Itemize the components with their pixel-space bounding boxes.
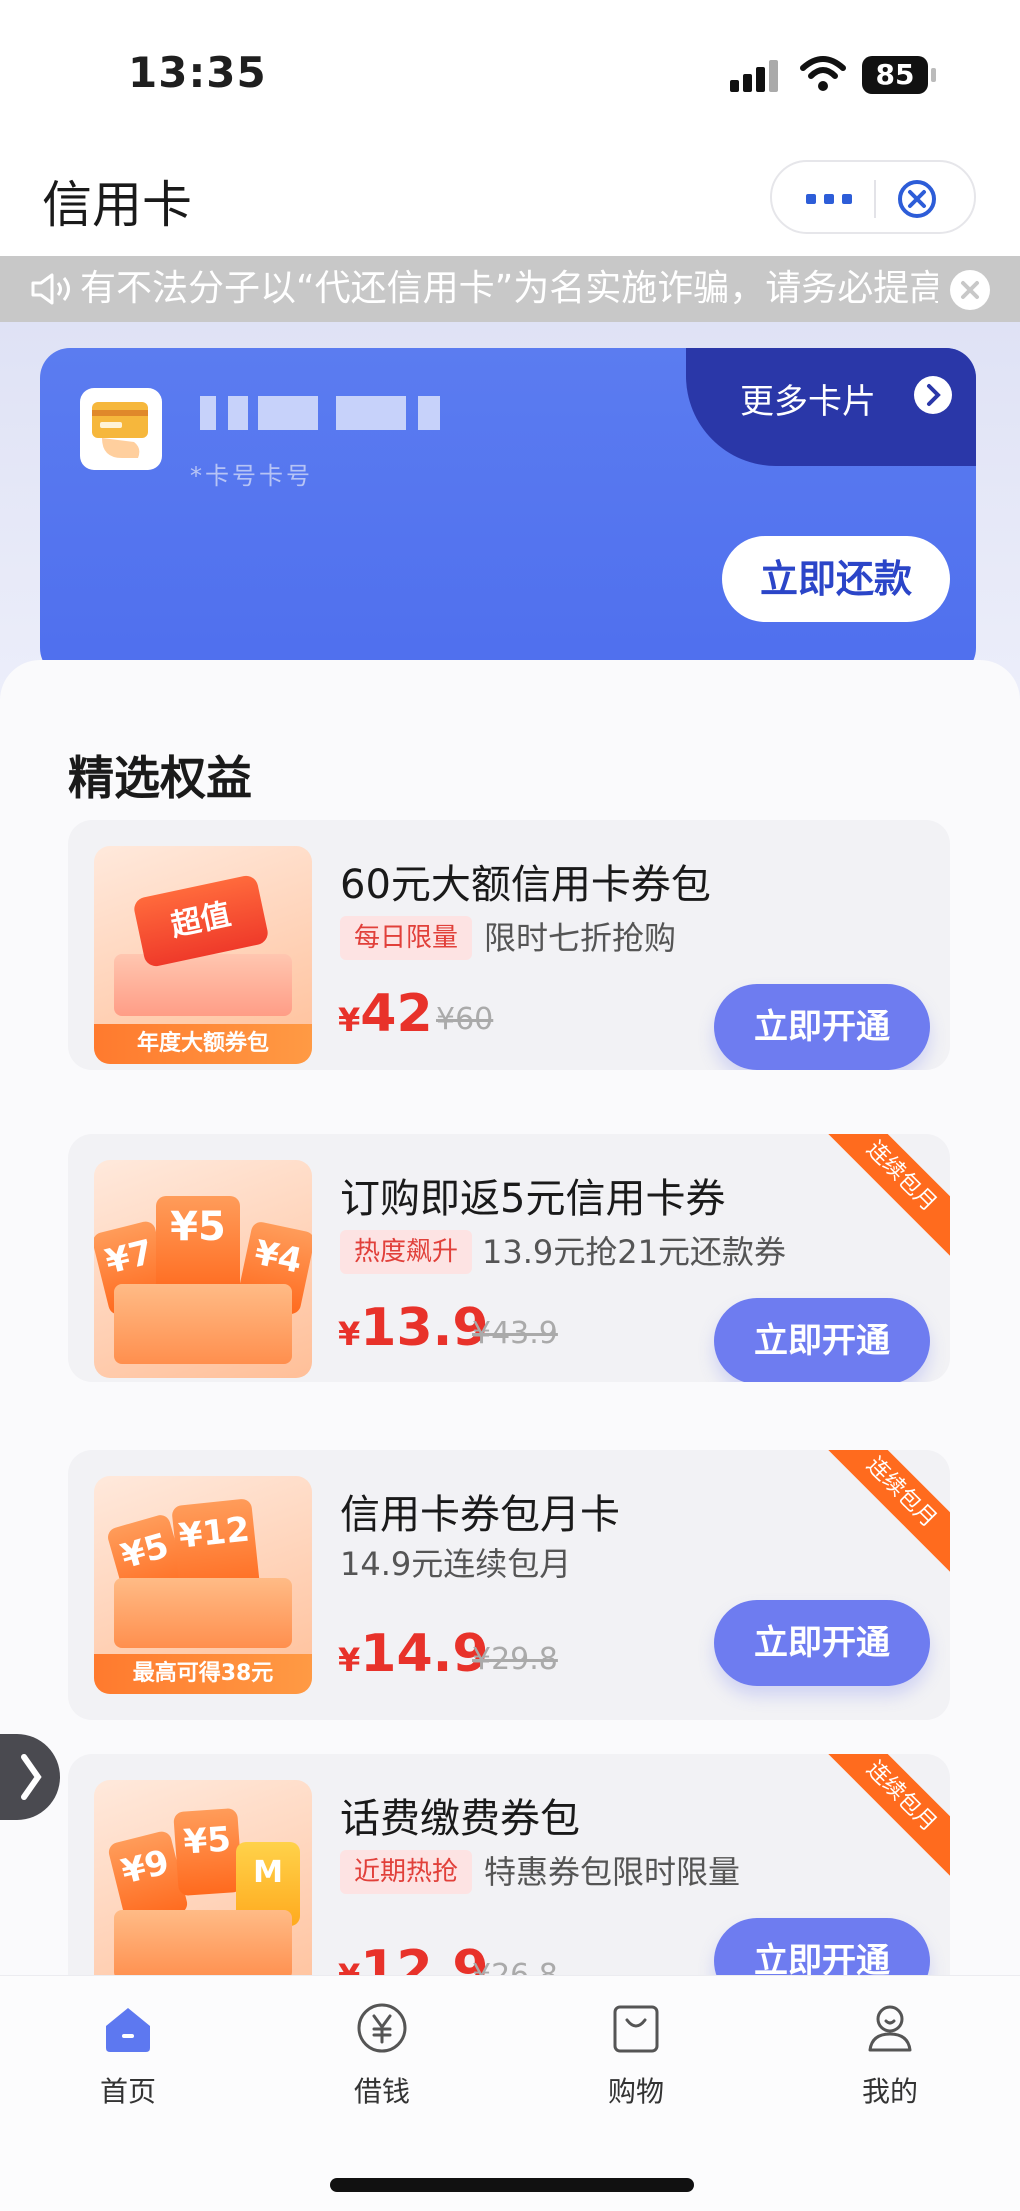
- chevron-right-icon: [21, 1754, 42, 1800]
- subscription-ribbon: 连续包月: [818, 1754, 950, 1880]
- benefit-card[interactable]: 超值 年度大额券包 60元大额信用卡券包 每日限量 限时七折抢购 ¥42 ¥60…: [68, 820, 950, 1070]
- benefit-price: ¥13.9: [338, 1298, 489, 1358]
- benefit-description: 13.9元抢21元还款券: [482, 1233, 786, 1271]
- coupon-pack-image: 超值 年度大额券包: [94, 846, 312, 1064]
- tab-label: 我的: [861, 2075, 918, 2108]
- tab-home[interactable]: 首页: [48, 2000, 208, 2120]
- price-value: 42: [360, 984, 433, 1044]
- tab-me[interactable]: 我的: [810, 2000, 970, 2120]
- thumb-ticket: ¥5: [156, 1196, 240, 1296]
- more-cards-label[interactable]: 更多卡片: [740, 374, 876, 423]
- section-title: 精选权益: [68, 751, 252, 805]
- benefits-sheet: 精选权益 超值 年度大额券包 60元大额信用卡券包 每日限量 限时七折抢购 ¥4…: [0, 660, 1020, 2040]
- wifi-icon: [800, 56, 846, 91]
- benefit-price: ¥14.9: [338, 1624, 489, 1684]
- tab-label: 借钱: [353, 2075, 410, 2108]
- credit-card-banner: 更多卡片 *卡号卡号 立即还款: [40, 348, 976, 678]
- home-icon: [106, 2008, 150, 2052]
- price-value: 13.9: [360, 1298, 489, 1358]
- benefit-badge: 近期热抢: [340, 1850, 473, 1894]
- coupon-pack-image: ¥7 ¥5 ¥4: [94, 1160, 312, 1378]
- original-price: ¥29.8: [472, 1642, 558, 1677]
- activate-now-button[interactable]: 立即开通: [714, 1600, 930, 1686]
- price-currency: ¥: [338, 1315, 361, 1353]
- speaker-icon: [31, 273, 70, 305]
- mini-program-capsule: [770, 160, 976, 234]
- status-bar: 13:35 85: [0, 0, 1020, 140]
- bank-card-logo: [80, 388, 162, 470]
- thumb-caption: 最高可得38元: [94, 1654, 312, 1694]
- card-number-masked: *卡号卡号: [190, 462, 313, 490]
- activate-now-button[interactable]: 立即开通: [714, 1298, 930, 1382]
- home-indicator: [330, 2178, 694, 2192]
- benefit-title: 订购即返5元信用卡券: [340, 1176, 726, 1222]
- tab-borrow[interactable]: 借钱: [302, 2000, 462, 2120]
- fraud-notice-bar: 有不法分子以“代还信用卡”为名实施诈骗，请务必提高警: [0, 256, 1020, 322]
- yuan-coin-icon: [357, 2003, 407, 2053]
- benefit-title: 话费缴费券包: [340, 1796, 580, 1842]
- capsule-divider: [874, 180, 876, 218]
- subscription-ribbon: 连续包月: [818, 1450, 950, 1576]
- benefit-description: 限时七折抢购: [484, 919, 677, 957]
- benefit-description: 14.9元连续包月: [340, 1545, 572, 1583]
- price-currency: ¥: [338, 1001, 361, 1039]
- tab-label: 购物: [607, 2075, 664, 2108]
- benefit-card[interactable]: ¥5 ¥12 最高可得38元 信用卡券包月卡 14.9元连续包月 ¥14.9 ¥…: [68, 1450, 950, 1720]
- benefit-badge: 每日限量: [340, 916, 473, 960]
- benefit-title: 60元大额信用卡券包: [340, 862, 711, 908]
- battery-indicator: 85: [862, 56, 936, 94]
- original-price: ¥60: [436, 1002, 494, 1037]
- benefit-price: ¥42: [338, 984, 433, 1044]
- coupon-pack-image: ¥5 ¥12 最高可得38元: [94, 1476, 312, 1694]
- tab-shopping[interactable]: 购物: [556, 2000, 716, 2120]
- price-currency: ¥: [338, 1641, 361, 1679]
- tab-label: 首页: [99, 2075, 156, 2108]
- cellular-signal-icon: [730, 58, 780, 92]
- close-mini-program-icon[interactable]: [896, 178, 938, 220]
- activate-now-button[interactable]: 立即开通: [714, 984, 930, 1070]
- thumb-caption: 年度大额券包: [94, 1024, 312, 1064]
- benefit-badge: 热度飙升: [340, 1230, 473, 1274]
- app-screen: 13:35 85 信用卡 有不法分子以“代还信用卡”为名实施诈骗，请务必提高警: [0, 0, 1020, 2211]
- price-value: 14.9: [360, 1624, 489, 1684]
- original-price: ¥43.9: [472, 1316, 558, 1351]
- more-options-icon[interactable]: [806, 194, 856, 204]
- repay-now-button[interactable]: 立即还款: [722, 536, 950, 622]
- thumb-ticket: ¥5: [173, 1807, 243, 1897]
- page-title: 信用卡: [42, 176, 192, 234]
- close-icon: [961, 281, 979, 299]
- status-time: 13:35: [128, 48, 267, 97]
- chevron-right-icon[interactable]: [914, 376, 952, 414]
- user-icon: [868, 2005, 912, 2052]
- notice-text: 有不法分子以“代还信用卡”为名实施诈骗，请务必提高警: [80, 268, 938, 309]
- card-holder-name-masked: [200, 396, 460, 436]
- benefit-title: 信用卡券包月卡: [340, 1492, 620, 1538]
- subscription-ribbon: 连续包月: [818, 1134, 950, 1260]
- shopping-bag-icon: [613, 2005, 659, 2053]
- bottom-tab-bar: 首页 借钱 购物 我的: [0, 1975, 1020, 2211]
- notice-close-button[interactable]: [950, 270, 990, 310]
- benefit-description: 特惠券包限时限量: [484, 1853, 741, 1891]
- benefit-card[interactable]: ¥7 ¥5 ¥4 订购即返5元信用卡券 热度飙升 13.9元抢21元还款券 ¥1…: [68, 1134, 950, 1382]
